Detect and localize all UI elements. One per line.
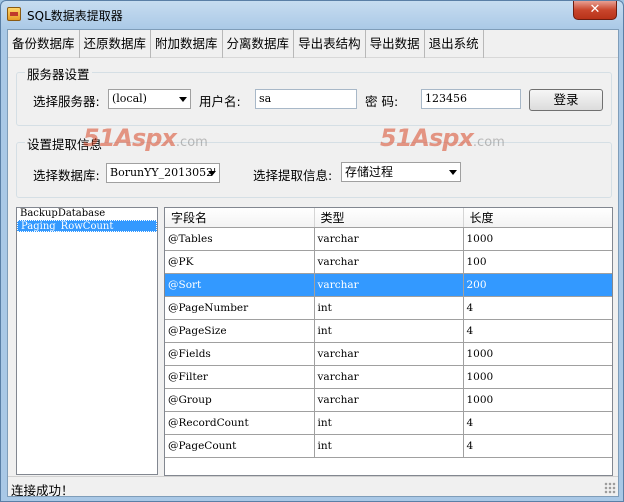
cell-type[interactable]: int [314, 296, 464, 320]
cell-type[interactable]: varchar [314, 250, 464, 274]
close-button[interactable]: ✕ [573, 1, 617, 20]
app-icon [7, 7, 21, 21]
table-row[interactable]: @Sort varchar 200 [165, 273, 612, 297]
cell-field[interactable]: @PageSize [165, 319, 315, 343]
cell-length[interactable]: 4 [463, 411, 612, 435]
username-input[interactable]: sa [255, 89, 357, 109]
fields-grid[interactable]: 字段名 类型 长度 @Tables varchar 1000 @PK varchar 10… [164, 207, 613, 476]
menu-attach-db[interactable]: 附加数据库 [151, 30, 223, 58]
cell-length[interactable]: 1000 [463, 227, 612, 251]
login-button[interactable]: 登录 [529, 89, 603, 111]
cell-field[interactable]: @RecordCount [165, 411, 315, 435]
cell-type[interactable]: int [314, 319, 464, 343]
column-header-field[interactable]: 字段名 [165, 208, 315, 228]
column-header-type[interactable]: 类型 [314, 208, 464, 228]
cell-length[interactable]: 4 [463, 296, 612, 320]
menu-restore-db[interactable]: 还原数据库 [80, 30, 152, 58]
cell-type[interactable]: varchar [314, 388, 464, 412]
database-select[interactable]: BorunYY_2013052' [106, 163, 220, 183]
server-settings-title: 服务器设置 [25, 64, 92, 83]
menu-export-structure[interactable]: 导出表结构 [294, 30, 366, 58]
table-header-row: 字段名 类型 长度 [165, 208, 612, 228]
cell-length[interactable]: 100 [463, 250, 612, 274]
database-label: 选择数据库: [33, 168, 100, 183]
cell-field[interactable]: @Filter [165, 365, 315, 389]
menu-export-data[interactable]: 导出数据 [366, 30, 425, 58]
server-label: 选择服务器: [33, 94, 100, 109]
server-settings-group: 服务器设置 选择服务器: (local) 用户名: sa 密 码: 123456… [16, 64, 612, 126]
procedure-list[interactable]: BackupDatabase Paging_RowCount [16, 207, 158, 475]
table-row[interactable]: @Fields varchar 1000 [165, 342, 612, 366]
extract-info-select[interactable]: 存储过程 [341, 162, 461, 182]
cell-length[interactable]: 1000 [463, 365, 612, 389]
password-input[interactable]: 123456 [421, 89, 521, 109]
list-item-selected[interactable]: Paging_RowCount [17, 220, 157, 232]
cell-type[interactable]: int [314, 434, 464, 458]
table-row[interactable]: @PK varchar 100 [165, 250, 612, 274]
menu-detach-db[interactable]: 分离数据库 [223, 30, 295, 58]
cell-length[interactable]: 1000 [463, 342, 612, 366]
column-header-length[interactable]: 长度 [463, 208, 612, 228]
extract-info-select-value: 存储过程 [345, 165, 394, 179]
cell-field[interactable]: @PageNumber [165, 296, 315, 320]
title-bar[interactable]: SQL数据表提取器 ✕ [1, 1, 623, 29]
status-text: 连接成功！ [11, 483, 74, 498]
cell-type[interactable]: varchar [314, 342, 464, 366]
cell-length[interactable]: 4 [463, 434, 612, 458]
menu-backup-db[interactable]: 备份数据库 [8, 30, 80, 58]
table-row[interactable]: @Tables varchar 1000 [165, 227, 612, 251]
cell-field[interactable]: @Group [165, 388, 315, 412]
status-bar: 连接成功！ [8, 476, 618, 498]
server-select-value: (local) [112, 92, 147, 105]
cell-field[interactable]: @Tables [165, 227, 315, 251]
table-row[interactable]: @Group varchar 1000 [165, 388, 612, 412]
cell-type[interactable]: varchar [314, 365, 464, 389]
client-area: 备份数据库 还原数据库 附加数据库 分离数据库 导出表结构 导出数据 退出系统 … [7, 29, 619, 498]
extract-settings-title: 设置提取信息 [25, 134, 105, 153]
username-label: 用户名: [199, 94, 241, 109]
table-row[interactable]: @RecordCount int 4 [165, 411, 612, 435]
cell-length[interactable]: 200 [463, 273, 612, 297]
cell-type[interactable]: int [314, 411, 464, 435]
chevron-down-icon [208, 171, 216, 176]
database-select-value: BorunYY_2013052' [110, 166, 217, 179]
table-row[interactable]: @PageSize int 4 [165, 319, 612, 343]
table-row[interactable]: @PageNumber int 4 [165, 296, 612, 320]
fields-table: 字段名 类型 长度 @Tables varchar 1000 @PK varchar 10… [165, 208, 612, 458]
window-title: SQL数据表提取器 [27, 9, 123, 23]
extract-info-label: 选择提取信息: [253, 168, 333, 183]
resize-grip-icon[interactable] [604, 482, 616, 494]
cell-type[interactable]: varchar [314, 273, 464, 297]
password-label: 密 码: [365, 94, 399, 109]
cell-field[interactable]: @Sort [165, 273, 315, 297]
table-row[interactable]: @PageCount int 4 [165, 434, 612, 458]
cell-length[interactable]: 4 [463, 319, 612, 343]
cell-field[interactable]: @PageCount [165, 434, 315, 458]
chevron-down-icon [179, 97, 187, 102]
cell-length[interactable]: 1000 [463, 388, 612, 412]
cell-type[interactable]: varchar [314, 227, 464, 251]
server-select[interactable]: (local) [108, 89, 191, 109]
cell-field[interactable]: @Fields [165, 342, 315, 366]
cell-field[interactable]: @PK [165, 250, 315, 274]
app-window: SQL数据表提取器 ✕ 备份数据库 还原数据库 附加数据库 分离数据库 导出表结… [0, 0, 624, 502]
chevron-down-icon [449, 170, 457, 175]
table-row[interactable]: @Filter varchar 1000 [165, 365, 612, 389]
list-item[interactable]: BackupDatabase [17, 208, 157, 220]
extract-settings-group: 设置提取信息 选择数据库: BorunYY_2013052' 选择提取信息: 存… [16, 134, 612, 198]
menu-exit[interactable]: 退出系统 [425, 30, 484, 58]
menu-bar: 备份数据库 还原数据库 附加数据库 分离数据库 导出表结构 导出数据 退出系统 [8, 30, 618, 58]
